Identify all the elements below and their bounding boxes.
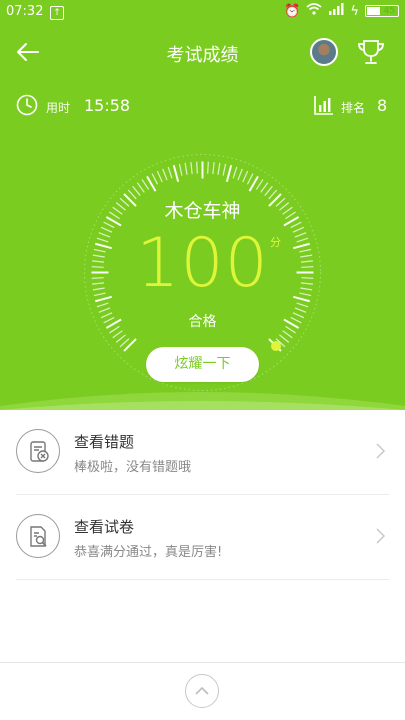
wifi-icon <box>306 3 322 19</box>
gauge-tick <box>132 185 141 196</box>
alarm-icon: ⏰ <box>284 3 301 19</box>
gauge-tick <box>112 330 123 339</box>
gauge-tick <box>222 163 227 176</box>
gauge-tick <box>260 182 269 193</box>
review-paper-title: 查看试卷 <box>74 518 135 536</box>
page-title: 考试成绩 <box>166 45 239 66</box>
review-paper-icon <box>16 514 60 558</box>
gauge-tick <box>151 173 159 185</box>
rank-value: 8 <box>377 96 388 115</box>
battery-level: 45 <box>383 6 395 16</box>
gauge-tick <box>246 173 254 185</box>
status-time: 07:32 <box>6 4 44 19</box>
gauge-tick <box>225 165 233 182</box>
wrong-answers-subtitle: 棒极啦，没有错题哦 <box>74 460 192 475</box>
avatar[interactable] <box>310 38 338 66</box>
scroll-up-button[interactable] <box>185 674 219 708</box>
wrong-answers-title: 查看错题 <box>74 433 135 451</box>
rank-chart-icon <box>314 96 333 115</box>
gauge-tick <box>255 179 264 190</box>
signal-icon <box>328 3 344 19</box>
gauge-tick <box>237 168 243 181</box>
list-item-review-paper[interactable]: 查看试卷 恭喜满分通过，真是厉害! <box>16 495 389 580</box>
charging-icon: ϟ <box>350 3 359 19</box>
result-hero: 07:32 ↑ ⏰ ϟ 45 考试成绩 用时 15:58 排名 8 木仓车神 1… <box>0 0 405 410</box>
time-used-value: 15:58 <box>84 96 131 115</box>
battery-icon: 45 <box>365 5 399 17</box>
gauge-tick <box>136 182 145 193</box>
gauge-tick <box>207 161 209 174</box>
gauge-tick <box>217 162 221 175</box>
gauge-tick <box>232 166 238 179</box>
time-used-label: 用时 <box>46 101 71 115</box>
clock-icon <box>16 94 38 116</box>
pass-status: 合格 <box>188 314 217 330</box>
list-item-wrong-answers[interactable]: 查看错题 棒极啦，没有错题哦 <box>16 410 389 495</box>
gauge-tick <box>156 170 163 183</box>
gauge-tick <box>264 185 273 196</box>
gauge-tick <box>282 330 293 339</box>
chevron-right-icon <box>376 443 386 459</box>
gauge-indicator <box>271 341 282 352</box>
wrong-answers-icon <box>16 429 60 473</box>
gauge-tick <box>242 170 249 183</box>
share-button[interactable]: 炫耀一下 <box>146 347 259 382</box>
bottom-divider <box>0 662 405 663</box>
score-unit: 分 <box>270 236 281 249</box>
gauge-tick <box>167 166 173 179</box>
gauge-tick <box>162 168 168 181</box>
upload-notification-icon: ↑ <box>50 6 64 20</box>
user-nickname: 木仓车神 <box>164 200 241 222</box>
trophy-icon[interactable] <box>356 37 386 67</box>
gauge-tick <box>190 162 193 175</box>
gauge-tick <box>119 338 130 348</box>
chevron-right-icon <box>376 528 386 544</box>
chevron-up-icon <box>195 686 209 695</box>
gauge-tick <box>279 334 290 343</box>
result-meta: 用时 15:58 排名 8 <box>0 90 405 120</box>
hero-wave <box>0 392 405 410</box>
gauge-tick <box>212 162 215 175</box>
action-list: 查看错题 棒极啦，没有错题哦 查看试卷 恭喜满分通过，真是厉害! <box>0 410 405 580</box>
gauge-tick <box>178 163 183 176</box>
review-paper-subtitle: 恭喜满分通过，真是厉害! <box>74 545 223 560</box>
gauge-tick <box>184 162 188 175</box>
gauge-tick <box>172 165 180 182</box>
gauge-tick <box>115 334 126 343</box>
status-bar: 07:32 ↑ ⏰ ϟ 45 <box>0 0 405 24</box>
gauge-tick <box>196 161 198 174</box>
rank-label: 排名 <box>341 101 366 115</box>
score-value: 100 <box>136 224 269 303</box>
gauge-tick <box>141 179 150 190</box>
top-bar: 考试成绩 <box>0 30 405 76</box>
